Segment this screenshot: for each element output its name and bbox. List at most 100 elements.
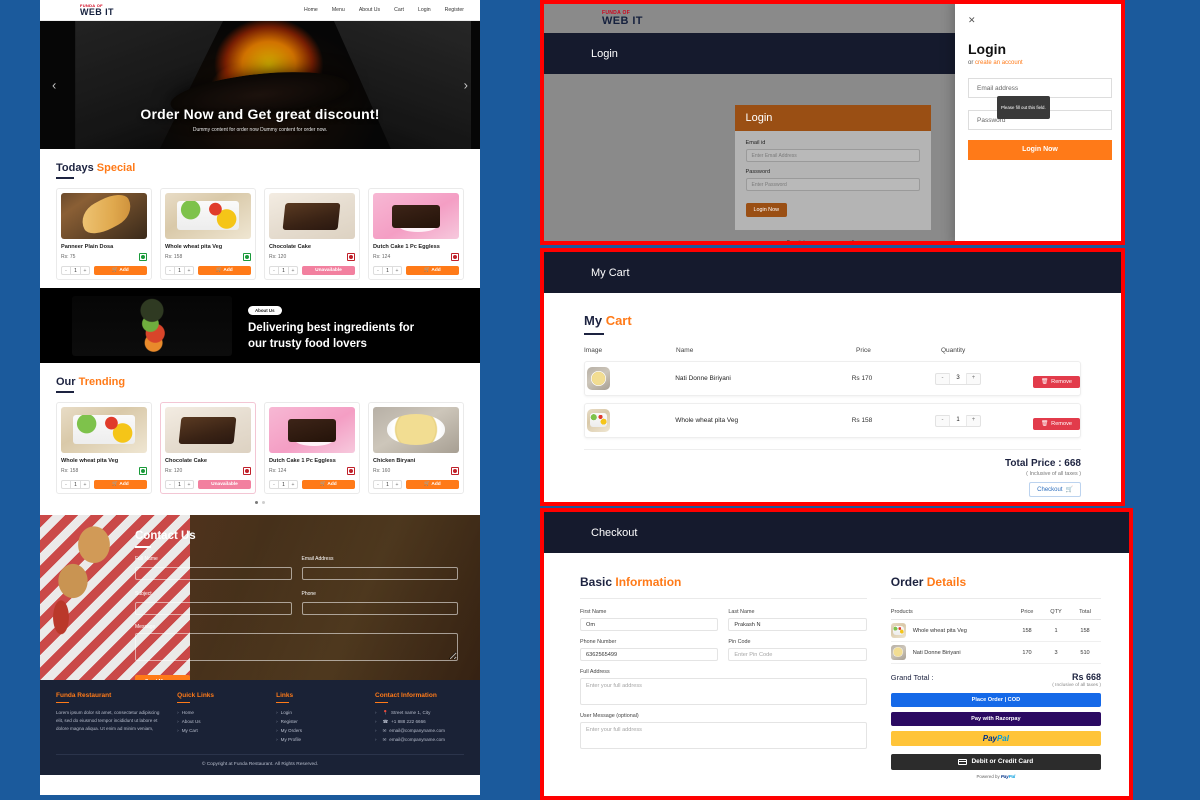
phone-number-input[interactable]: 6362565499 — [580, 648, 719, 661]
modal-email-placeholder: Email address — [977, 85, 1019, 92]
footer-link-home[interactable]: Home — [177, 709, 266, 718]
first-name-input[interactable]: Om — [580, 618, 719, 631]
phone-input[interactable] — [301, 602, 458, 615]
footer-link-my-orders[interactable]: My Orders — [276, 727, 365, 736]
add-to-cart-button[interactable]: 🛒 Add — [94, 480, 147, 489]
product-card[interactable]: Chocolate Cake Rs: 120 - 1 + Unavailable — [264, 188, 360, 280]
qty-increment-button[interactable]: + — [393, 481, 401, 489]
qty-decrement-button[interactable]: - — [374, 267, 382, 275]
footer-link-my-cart[interactable]: My Cart — [177, 727, 266, 736]
product-card[interactable]: Panneer Plain Dosa Rs: 75 - 1 + 🛒 Add — [56, 188, 152, 280]
footer-contact-phone: ☎+1 888 222 6666 — [375, 718, 464, 727]
close-icon[interactable]: ✕ — [968, 16, 1112, 25]
quantity-stepper[interactable]: - 1 + — [373, 266, 402, 275]
signup-link[interactable]: Sign up — [856, 240, 878, 241]
qty-increment-button[interactable]: + — [967, 373, 980, 384]
add-to-cart-button[interactable]: 🛒 Add — [406, 266, 459, 275]
grand-total-label: Grand Total : — [890, 673, 934, 682]
full-address-textarea[interactable]: Enter your full address — [580, 678, 867, 705]
qty-increment-button[interactable]: + — [289, 267, 297, 275]
login-now-button[interactable]: Login Now — [745, 203, 787, 217]
product-card[interactable]: Dutch Cake 1 Pc Eggless Rs: 124 - 1 + 🛒 … — [264, 402, 360, 494]
carousel-prev-icon[interactable]: ‹ — [52, 78, 56, 93]
footer-link-my-profile[interactable]: My Profile — [276, 736, 365, 745]
footer-brand-heading: Funda Restaurant — [56, 692, 167, 703]
footer-link-register[interactable]: Register — [276, 718, 365, 727]
quantity-stepper[interactable]: - 1 + — [165, 266, 194, 275]
carousel-dots[interactable] — [56, 494, 464, 507]
remove-button[interactable]: 🗑 Remove — [1033, 375, 1080, 388]
quantity-stepper[interactable]: - 1 + — [61, 266, 90, 275]
basic-information-section: Basic Information First Name Om Last Nam… — [580, 575, 867, 779]
add-to-cart-button[interactable]: 🛒 Add — [94, 266, 147, 275]
nav-item-menu[interactable]: Menu — [332, 7, 345, 13]
email-input[interactable] — [301, 567, 458, 580]
modal-login-now-button[interactable]: Login Now — [968, 140, 1112, 160]
quantity-stepper[interactable]: - 1 + — [165, 480, 194, 489]
qty-decrement-button[interactable]: - — [270, 481, 278, 489]
nav-item-about-us[interactable]: About Us — [359, 7, 380, 13]
nav-item-cart[interactable]: Cart — [394, 7, 404, 13]
qty-decrement-button[interactable]: - — [166, 481, 174, 489]
site-logo[interactable]: FUNDA OF WEB IT — [80, 3, 114, 17]
qty-increment-button[interactable]: + — [393, 267, 401, 275]
pay-with-razorpay-button[interactable]: Pay with Razorpay — [890, 712, 1101, 726]
checkout-button[interactable]: Checkout 🛒 — [1029, 482, 1081, 497]
product-card[interactable]: Chicken Biryani Rs: 160 - 1 + 🛒 Add — [368, 402, 464, 494]
footer-copyright: © Copyright at Funda Restaurant. All Rig… — [56, 753, 464, 767]
product-card[interactable]: Dutch Cake 1 Pc Eggless Rs: 124 - 1 + 🛒 … — [368, 188, 464, 280]
email-id-input[interactable]: Enter Email Address — [745, 149, 920, 162]
qty-increment-button[interactable]: + — [967, 415, 980, 426]
qty-decrement-button[interactable]: - — [62, 481, 70, 489]
add-to-cart-button[interactable]: 🛒 Add — [198, 266, 251, 275]
pin-code-input[interactable]: Enter Pin Code — [728, 648, 867, 661]
qty-increment-button[interactable]: + — [185, 481, 193, 489]
modal-email-input[interactable]: Email address Please fill out this field… — [968, 78, 1112, 119]
subject-input[interactable] — [135, 602, 292, 615]
remove-button[interactable]: 🗑 Remove — [1033, 417, 1080, 430]
qty-decrement-button[interactable]: - — [936, 415, 949, 426]
message-textarea[interactable] — [135, 633, 458, 661]
full-name-input[interactable] — [135, 567, 292, 580]
qty-decrement-button[interactable]: - — [166, 267, 174, 275]
password-input[interactable]: Enter Password — [745, 178, 920, 191]
quantity-stepper[interactable]: - 1 + — [373, 480, 402, 489]
qty-increment-button[interactable]: + — [81, 267, 89, 275]
quantity-stepper[interactable]: - 1 + — [269, 480, 298, 489]
footer-link-login[interactable]: Login — [276, 709, 365, 718]
last-name-input[interactable]: Prakash N — [728, 618, 867, 631]
quantity-stepper[interactable]: - 1 + — [61, 480, 90, 489]
carousel-dot-1[interactable] — [255, 501, 258, 504]
product-card[interactable]: Whole wheat pita Veg Rs: 158 - 1 + 🛒 Add — [160, 188, 256, 280]
carousel-dot-2[interactable] — [262, 501, 265, 504]
product-card[interactable]: Chocolate Cake Rs: 120 - 1 + Unavailable — [160, 402, 256, 494]
product-name: Panneer Plain Dosa — [61, 244, 114, 250]
qty-decrement-button[interactable]: - — [936, 373, 949, 384]
product-card[interactable]: Whole wheat pita Veg Rs: 158 - 1 + 🛒 Add — [56, 402, 152, 494]
add-to-cart-button[interactable]: 🛒 Add — [302, 480, 355, 489]
qty-decrement-button[interactable]: - — [62, 267, 70, 275]
quantity-stepper[interactable]: - 1 + — [935, 414, 982, 427]
site-logo[interactable]: FUNDA OF WEB IT — [602, 10, 643, 27]
qty-decrement-button[interactable]: - — [374, 481, 382, 489]
add-to-cart-button[interactable]: 🛒 Add — [406, 480, 459, 489]
user-message-textarea[interactable]: Enter your full address — [580, 722, 867, 749]
powered-by-paypal: Powered by PayPal — [891, 774, 1101, 779]
qty-decrement-button[interactable]: - — [270, 267, 278, 275]
qty-increment-button[interactable]: + — [185, 267, 193, 275]
create-account-link[interactable]: create an account — [975, 60, 1023, 66]
nav-item-home[interactable]: Home — [304, 7, 318, 13]
quantity-stepper[interactable]: - 3 + — [935, 372, 982, 385]
send-message-button[interactable]: Send Message — [135, 675, 190, 680]
nav-item-register[interactable]: Register — [445, 7, 464, 13]
footer-link-about-us[interactable]: About Us — [177, 718, 266, 727]
carousel-next-icon[interactable]: › — [464, 78, 468, 93]
qty-increment-button[interactable]: + — [81, 481, 89, 489]
debit-credit-card-button[interactable]: Debit or Credit Card — [890, 754, 1101, 770]
qty-increment-button[interactable]: + — [289, 481, 297, 489]
nav-item-login[interactable]: Login — [418, 7, 431, 13]
place-order-cod-button[interactable]: Place Order | COD — [890, 693, 1101, 707]
paypal-button[interactable]: PayPal — [890, 731, 1101, 746]
logo-line-2: WEB IT — [602, 14, 643, 27]
quantity-stepper[interactable]: - 1 + — [269, 266, 298, 275]
